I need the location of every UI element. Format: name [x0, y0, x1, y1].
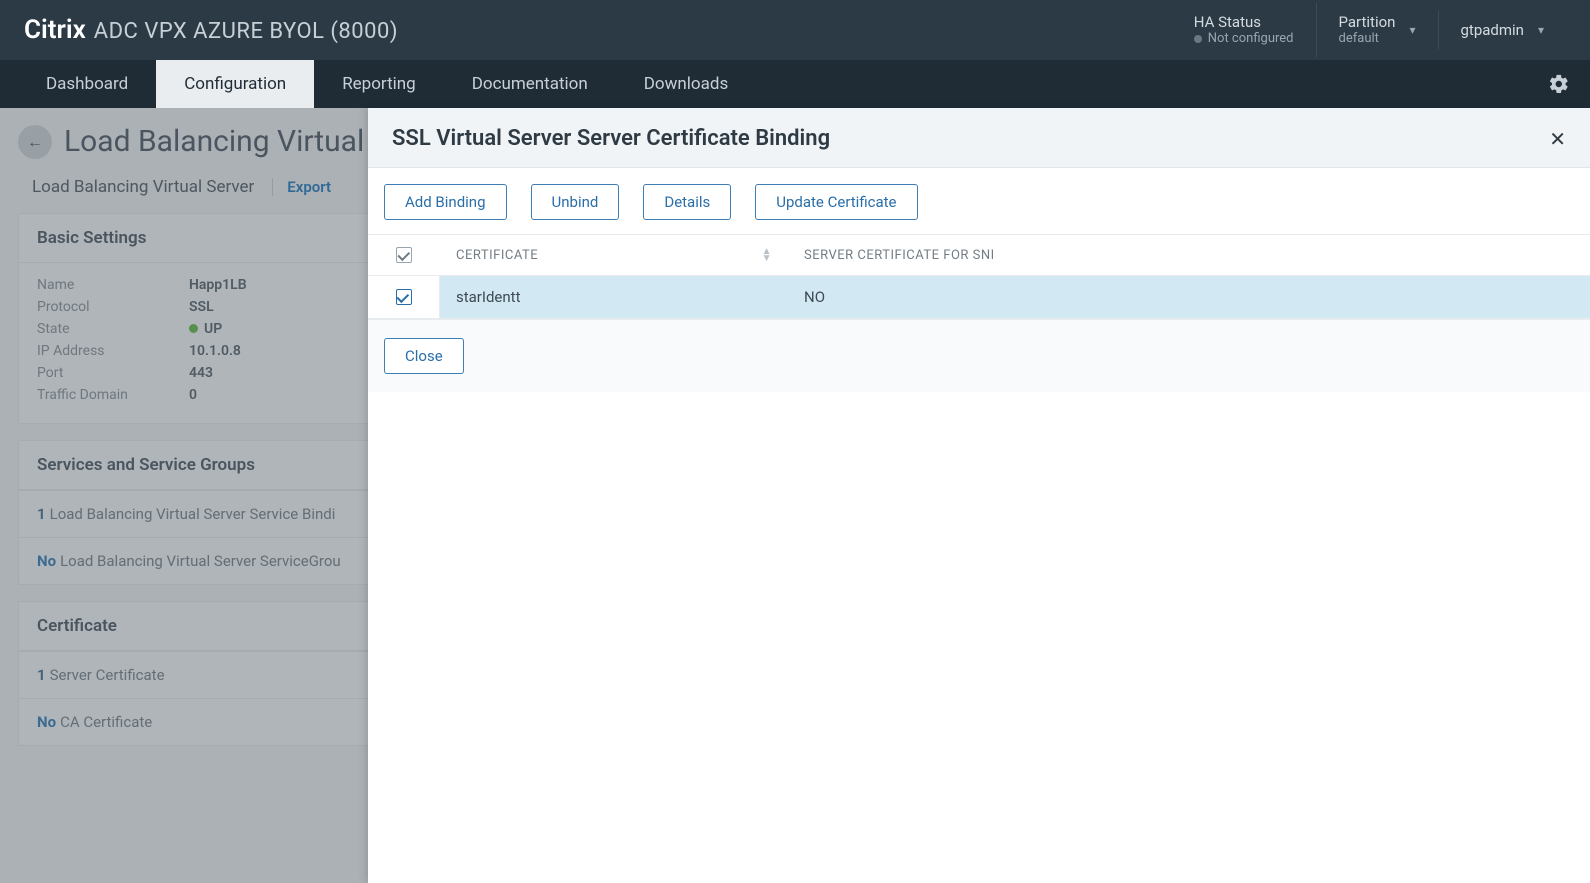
modal-title: SSL Virtual Server Server Certificate Bi…	[392, 126, 830, 151]
row-checkbox[interactable]	[396, 289, 412, 305]
chevron-down-icon: ▾	[1409, 23, 1415, 37]
user-menu[interactable]: gtpadmin ▾	[1438, 11, 1567, 49]
tab-dashboard[interactable]: Dashboard	[18, 60, 156, 108]
tab-configuration[interactable]: Configuration	[156, 60, 314, 108]
brand: Citrix	[24, 15, 86, 45]
col-certificate[interactable]: CERTIFICATE	[456, 248, 538, 263]
details-button[interactable]: Details	[643, 184, 731, 220]
cell-sni: NO	[804, 288, 825, 306]
product-name: ADC VPX AZURE BYOL (8000)	[94, 19, 398, 44]
col-sni[interactable]: SERVER CERTIFICATE FOR SNI	[804, 248, 995, 263]
tab-downloads[interactable]: Downloads	[616, 60, 756, 108]
partition-label: Partition	[1339, 13, 1396, 31]
add-binding-button[interactable]: Add Binding	[384, 184, 507, 220]
select-all-checkbox[interactable]	[396, 247, 412, 263]
nav-bar: Dashboard Configuration Reporting Docume…	[0, 60, 1590, 108]
unbind-button[interactable]: Unbind	[531, 184, 620, 220]
ha-status[interactable]: HA Status Not configured	[1172, 3, 1316, 57]
tab-documentation[interactable]: Documentation	[444, 60, 616, 108]
partition-value: default	[1339, 31, 1396, 47]
top-bar: Citrix ADC VPX AZURE BYOL (8000) HA Stat…	[0, 0, 1590, 60]
chevron-down-icon: ▾	[1538, 23, 1544, 37]
modal-toolbar: Add Binding Unbind Details Update Certif…	[368, 168, 1590, 235]
gear-icon	[1548, 73, 1570, 95]
tab-reporting[interactable]: Reporting	[314, 60, 444, 108]
ha-status-value: Not configured	[1208, 31, 1294, 47]
update-certificate-button[interactable]: Update Certificate	[755, 184, 917, 220]
ha-status-dot-icon	[1194, 35, 1202, 43]
select-all-cell[interactable]	[368, 235, 440, 275]
cell-certificate: starIdentt	[456, 288, 520, 306]
settings-gear[interactable]	[1528, 60, 1590, 108]
close-button[interactable]: Close	[384, 338, 464, 374]
topbar-right: HA Status Not configured Partition defau…	[1172, 3, 1566, 57]
partition-selector[interactable]: Partition default ▾	[1316, 3, 1438, 57]
user-name: gtpadmin	[1461, 21, 1524, 39]
certificate-table: CERTIFICATE ▲▼ SERVER CERTIFICATE FOR SN…	[368, 235, 1590, 319]
cert-binding-modal: SSL Virtual Server Server Certificate Bi…	[368, 108, 1590, 883]
table-header: CERTIFICATE ▲▼ SERVER CERTIFICATE FOR SN…	[368, 235, 1590, 276]
table-row[interactable]: starIdentt NO	[368, 276, 1590, 319]
ha-status-label: HA Status	[1194, 13, 1261, 31]
brand-block: Citrix ADC VPX AZURE BYOL (8000)	[24, 15, 398, 45]
close-icon[interactable]: ✕	[1549, 127, 1566, 151]
sort-icon[interactable]: ▲▼	[762, 248, 772, 262]
